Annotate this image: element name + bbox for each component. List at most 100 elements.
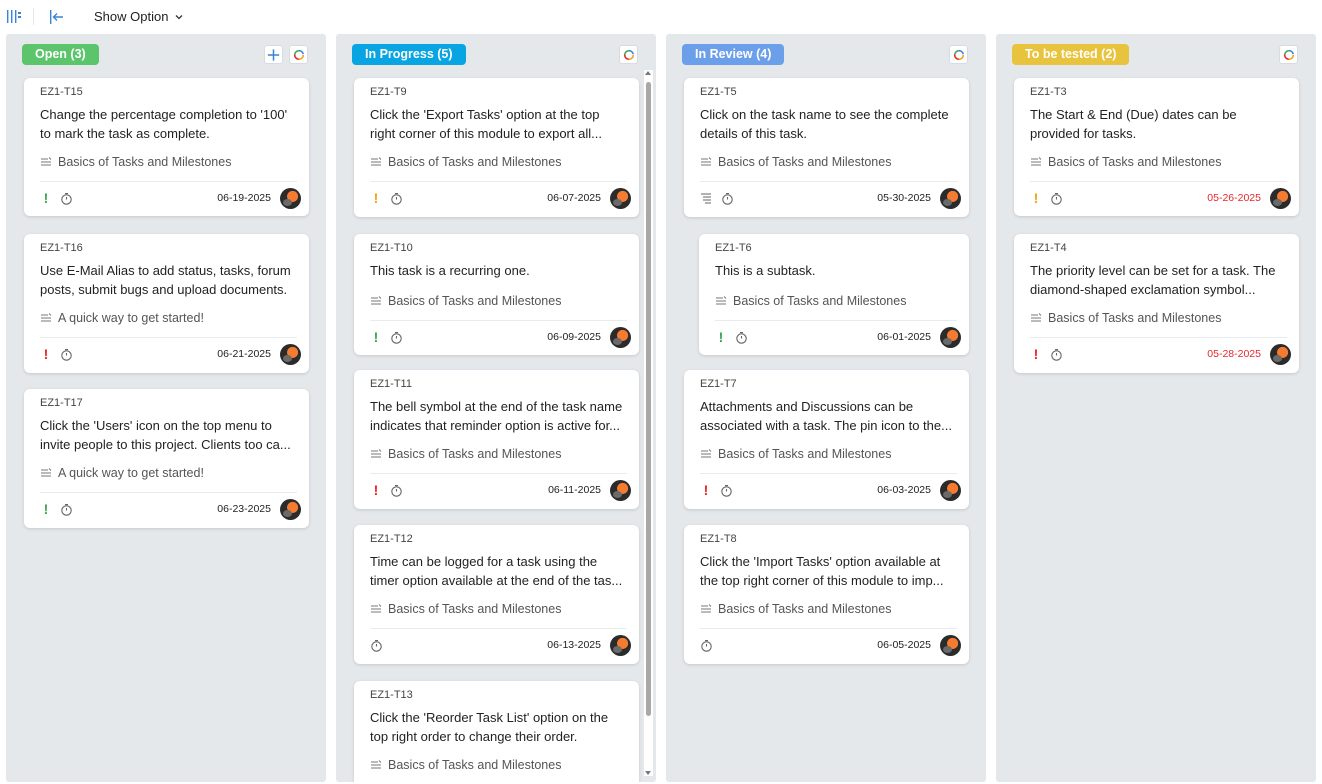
task-card[interactable]: EZ1-T17 Click the 'Users' icon on the top… (24, 389, 309, 528)
task-title[interactable]: Change the percentage completion to '100… (40, 106, 297, 144)
task-card[interactable]: EZ1-T11 The bell symbol at the end of the… (354, 370, 639, 509)
timer-icon[interactable] (390, 484, 403, 497)
task-title[interactable]: Use E-Mail Alias to add status, tasks, f… (40, 262, 297, 300)
priority-red-icon[interactable]: ! (700, 482, 712, 498)
task-milestone[interactable]: A quick way to get started! (40, 311, 297, 325)
timer-icon[interactable] (720, 484, 733, 497)
task-title[interactable]: The priority level can be set for a task… (1030, 262, 1287, 300)
task-title[interactable]: Click the 'Reorder Task List' option on … (370, 709, 627, 747)
task-milestone[interactable]: Basics of Tasks and Milestones (1030, 311, 1287, 325)
scroll-up-arrow-icon[interactable] (645, 71, 651, 75)
task-title-text[interactable]: Attachments and Discussions can be assoc… (700, 398, 957, 435)
owner-avatar[interactable] (280, 343, 301, 365)
task-card[interactable]: EZ1-T6 This is a subtask. Basics of Tasks … (699, 234, 969, 355)
task-card[interactable]: EZ1-T5 Click on the task name to see the … (684, 78, 969, 217)
task-milestone[interactable]: Basics of Tasks and Milestones (700, 447, 957, 461)
task-title-text[interactable]: Time can be logged for a task using the … (370, 553, 627, 590)
owner-avatar[interactable] (610, 634, 631, 656)
owner-avatar[interactable] (1270, 343, 1291, 365)
task-card[interactable]: EZ1-T7 Attachments and Discussions can be… (684, 370, 969, 509)
task-title-text[interactable]: This task is a recurring one. (370, 262, 627, 281)
scrollbar-thumb[interactable] (646, 82, 651, 716)
task-title-text[interactable]: Click the 'Import Tasks' option availabl… (700, 553, 957, 590)
task-milestone[interactable]: Basics of Tasks and Milestones (370, 155, 627, 169)
add-task-button[interactable] (264, 45, 283, 64)
task-card[interactable]: EZ1-T8 Click the 'Import Tasks' option av… (684, 525, 969, 664)
refresh-button[interactable] (1279, 45, 1298, 64)
timer-icon[interactable] (390, 331, 403, 344)
task-milestone[interactable]: Basics of Tasks and Milestones (370, 294, 627, 308)
timer-icon[interactable] (370, 639, 383, 652)
task-milestone[interactable]: Basics of Tasks and Milestones (40, 155, 297, 169)
task-milestone[interactable]: Basics of Tasks and Milestones (715, 294, 957, 308)
task-title-text[interactable]: This is a subtask. (715, 262, 957, 281)
task-title-text[interactable]: Click the 'Export Tasks' option at the t… (370, 106, 627, 143)
collapse-left-icon[interactable] (49, 9, 65, 25)
task-title-text[interactable]: Change the percentage completion to '100… (40, 106, 297, 143)
task-title-text[interactable]: The Start & End (Due) dates can be provi… (1030, 106, 1287, 143)
priority-red-icon[interactable]: ! (40, 346, 52, 362)
task-title-text[interactable]: The priority level can be set for a task… (1030, 262, 1287, 299)
priority-green-icon[interactable]: ! (40, 501, 52, 517)
task-card[interactable]: EZ1-T4 The priority level can be set for … (1014, 234, 1299, 373)
priority-orange-icon[interactable]: ! (1030, 190, 1042, 206)
task-card[interactable]: EZ1-T10 This task is a recurring one. Basi… (354, 234, 639, 355)
owner-avatar[interactable] (610, 187, 631, 209)
task-milestone[interactable]: Basics of Tasks and Milestones (700, 155, 957, 169)
timer-icon[interactable] (1050, 192, 1063, 205)
task-milestone[interactable]: Basics of Tasks and Milestones (1030, 155, 1287, 169)
task-card[interactable]: EZ1-T16 Use E-Mail Alias to add status, t… (24, 234, 309, 373)
owner-avatar[interactable] (610, 479, 631, 501)
timer-icon[interactable] (60, 503, 73, 516)
task-title[interactable]: Click the 'Export Tasks' option at the t… (370, 106, 627, 144)
task-title[interactable]: Time can be logged for a task using the … (370, 553, 627, 591)
task-title-text[interactable]: Use E-Mail Alias to add status, tasks, f… (40, 262, 297, 299)
task-title[interactable]: Attachments and Discussions can be assoc… (700, 398, 957, 436)
timer-icon[interactable] (1050, 348, 1063, 361)
priority-green-icon[interactable]: ! (370, 329, 382, 345)
column-scrollbar[interactable] (644, 70, 653, 776)
task-title[interactable]: Click the 'Import Tasks' option availabl… (700, 553, 957, 591)
owner-avatar[interactable] (940, 187, 961, 209)
timer-icon[interactable] (60, 192, 73, 205)
task-title-text[interactable]: The bell symbol at the end of the task n… (370, 398, 627, 435)
task-title[interactable]: The bell symbol at the end of the task n… (370, 398, 627, 436)
owner-avatar[interactable] (1270, 187, 1291, 209)
owner-avatar[interactable] (280, 187, 301, 209)
priority-green-icon[interactable]: ! (40, 190, 52, 206)
task-title[interactable]: Click on the task name to see the comple… (700, 106, 957, 144)
task-card[interactable]: EZ1-T3 The Start & End (Due) dates can be… (1014, 78, 1299, 216)
timer-icon[interactable] (700, 639, 713, 652)
refresh-button[interactable] (949, 45, 968, 64)
owner-avatar[interactable] (610, 326, 631, 348)
task-title[interactable]: The Start & End (Due) dates can be provi… (1030, 106, 1287, 144)
show-option-dropdown[interactable]: Show Option (94, 9, 184, 24)
task-title[interactable]: Click the 'Users' icon on the top menu t… (40, 417, 297, 455)
task-card[interactable]: EZ1-T13 Click the 'Reorder Task List' opt… (354, 681, 639, 782)
scroll-down-arrow-icon[interactable] (645, 771, 651, 775)
priority-red-icon[interactable]: ! (370, 482, 382, 498)
refresh-button[interactable] (289, 45, 308, 64)
task-card[interactable]: EZ1-T15 Change the percentage completion … (24, 78, 309, 216)
task-title-text[interactable]: Click the 'Reorder Task List' option on … (370, 709, 627, 746)
owner-avatar[interactable] (940, 326, 961, 348)
timer-icon[interactable] (721, 192, 734, 205)
task-milestone[interactable]: Basics of Tasks and Milestones (370, 758, 627, 772)
timer-icon[interactable] (60, 348, 73, 361)
task-card[interactable]: EZ1-T12 Time can be logged for a task usi… (354, 525, 639, 664)
task-milestone[interactable]: Basics of Tasks and Milestones (370, 447, 627, 461)
subtasks-icon[interactable] (700, 192, 713, 205)
refresh-button[interactable] (619, 45, 638, 64)
timer-icon[interactable] (390, 192, 403, 205)
priority-orange-icon[interactable]: ! (370, 190, 382, 206)
task-milestone[interactable]: A quick way to get started! (40, 466, 297, 480)
task-milestone[interactable]: Basics of Tasks and Milestones (370, 602, 627, 616)
owner-avatar[interactable] (940, 634, 961, 656)
columns-icon[interactable] (6, 9, 22, 25)
priority-green-icon[interactable]: ! (715, 329, 727, 345)
priority-red-icon[interactable]: ! (1030, 346, 1042, 362)
owner-avatar[interactable] (940, 479, 961, 501)
owner-avatar[interactable] (280, 498, 301, 520)
timer-icon[interactable] (735, 331, 748, 344)
task-title-text[interactable]: Click the 'Users' icon on the top menu t… (40, 417, 297, 454)
